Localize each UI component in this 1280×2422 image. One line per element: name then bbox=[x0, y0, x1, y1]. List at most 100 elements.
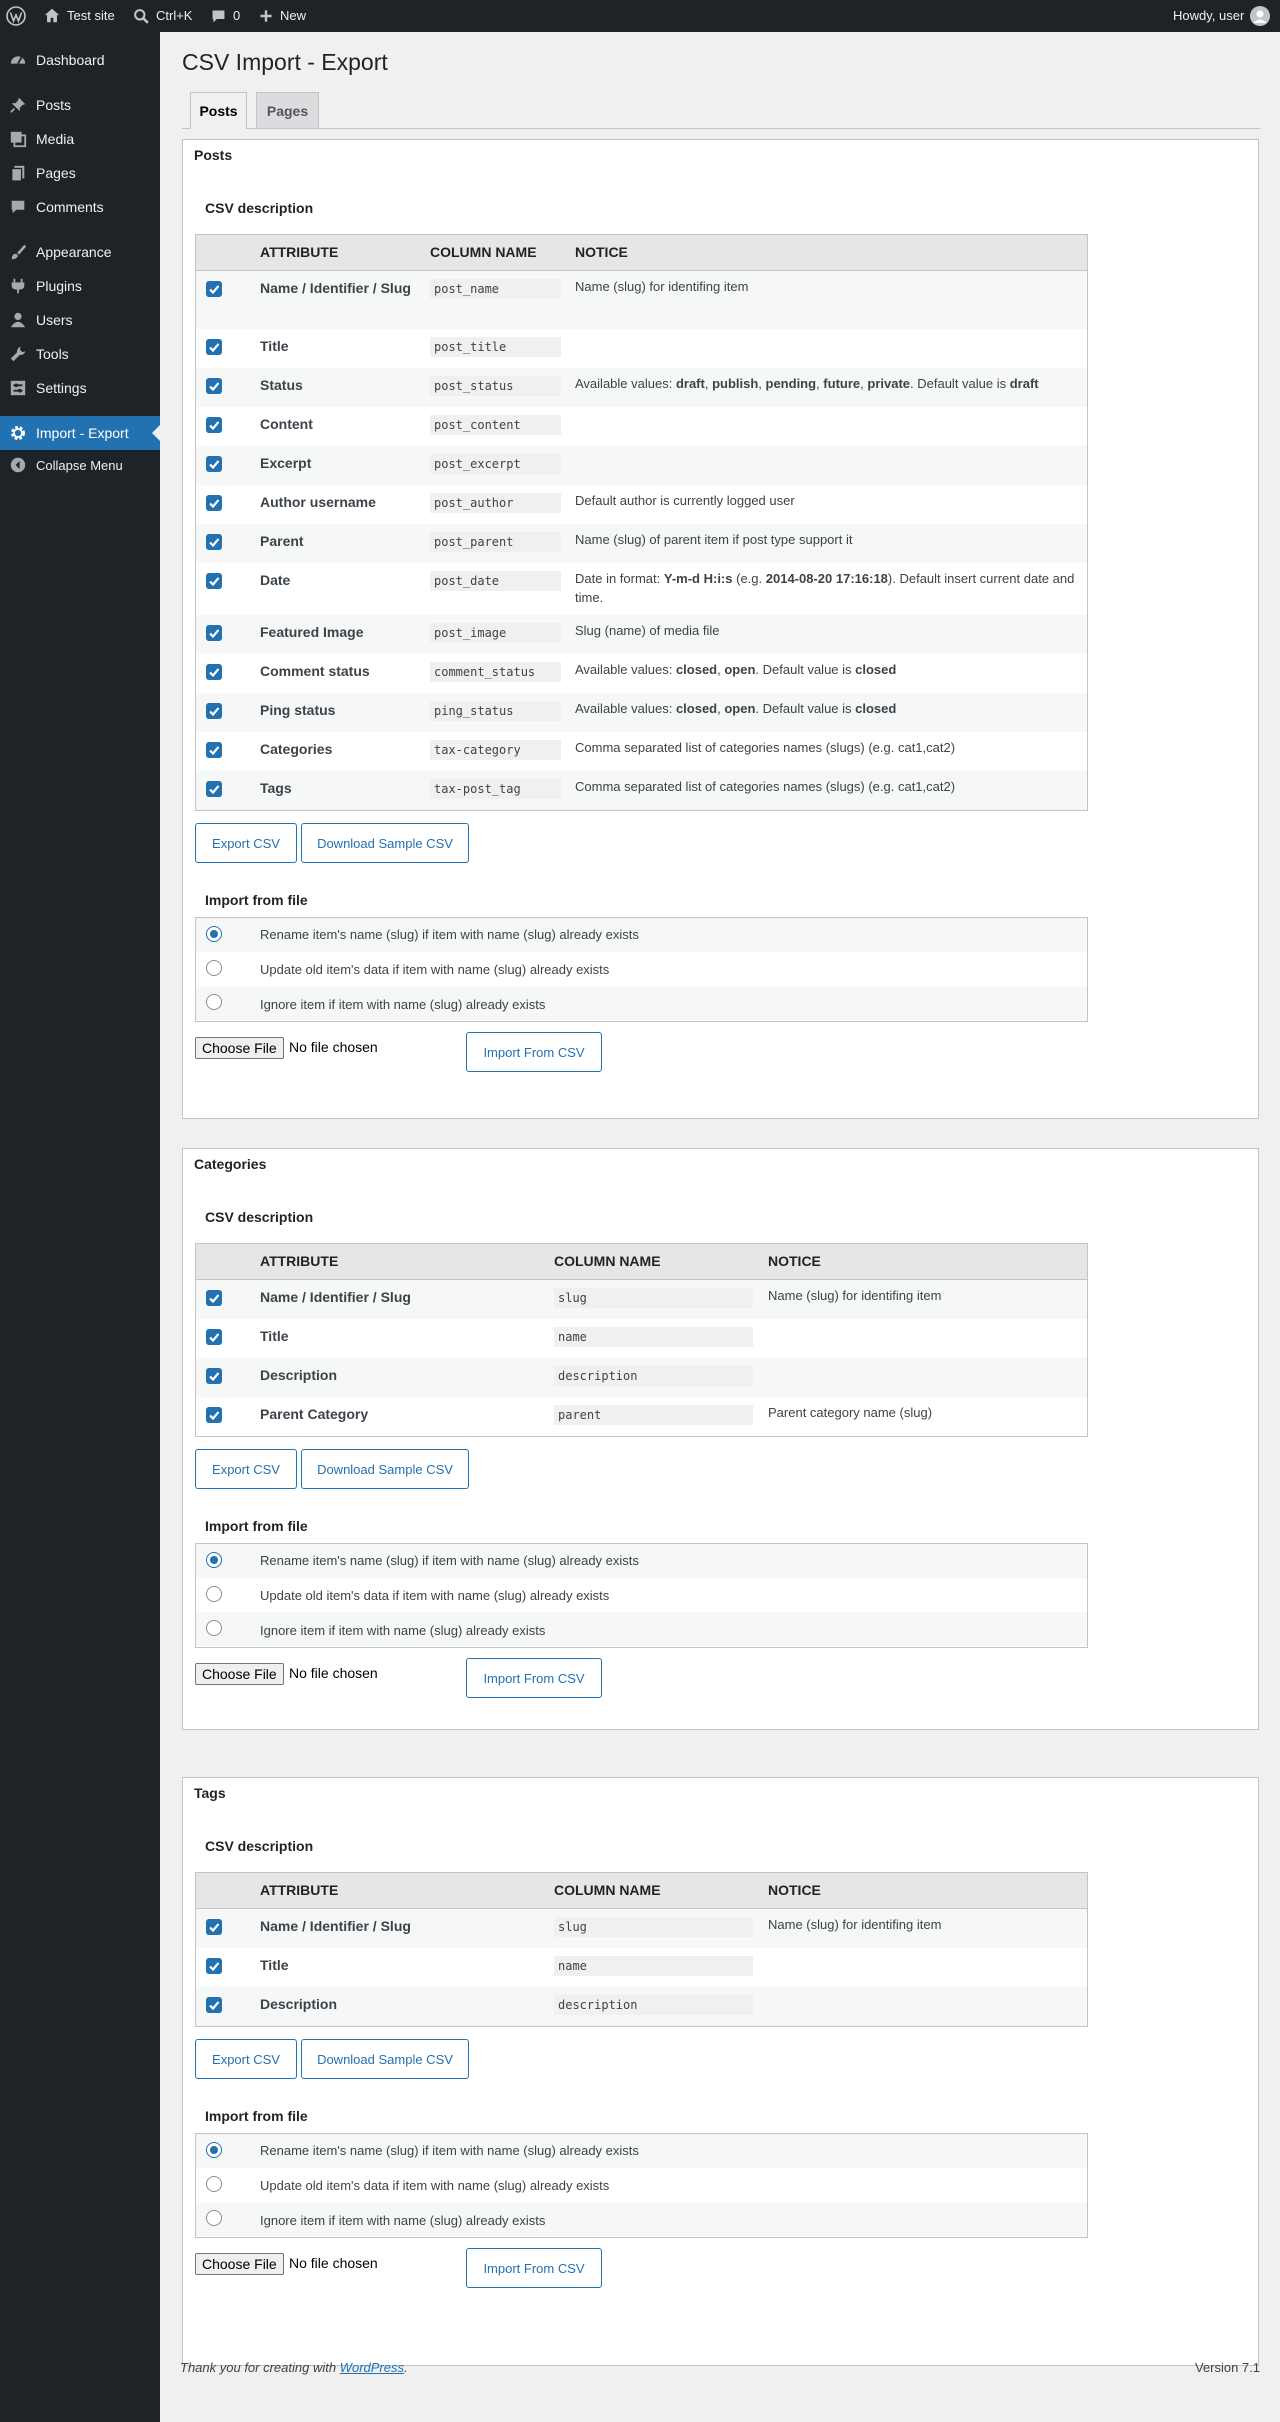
table-row: Name / Identifier / Slug post_name Name … bbox=[196, 271, 1087, 329]
no-file-chosen-text: No file chosen bbox=[289, 2255, 378, 2271]
menu-item-pages[interactable]: Pages bbox=[0, 156, 160, 190]
radio-option-update[interactable]: Update old item's data if item with name… bbox=[196, 952, 1087, 986]
comments-link[interactable]: 0 bbox=[210, 0, 240, 32]
search-shortcut-button[interactable]: Ctrl+K bbox=[133, 0, 192, 32]
attribute-checkbox[interactable] bbox=[206, 1290, 222, 1306]
table-header: ATTRIBUTE COLUMN NAME NOTICE bbox=[196, 1244, 1087, 1280]
radio-option-update[interactable]: Update old item's data if item with name… bbox=[196, 1578, 1087, 1612]
attribute-checkbox[interactable] bbox=[206, 664, 222, 680]
radio-rename[interactable] bbox=[206, 2142, 222, 2158]
radio-ignore[interactable] bbox=[206, 2210, 222, 2226]
download-sample-csv-button[interactable]: Download Sample CSV bbox=[301, 1449, 469, 1489]
csv-description-heading: CSV description bbox=[205, 1838, 314, 1854]
menu-item-plugins[interactable]: Plugins bbox=[0, 269, 160, 303]
attribute-checkbox[interactable] bbox=[206, 1958, 222, 1974]
collapse-icon bbox=[10, 457, 26, 473]
attribute-checkbox[interactable] bbox=[206, 1329, 222, 1345]
export-csv-button[interactable]: Export CSV bbox=[195, 1449, 297, 1489]
menu-item-tools[interactable]: Tools bbox=[0, 337, 160, 371]
menu-item-appearance[interactable]: Appearance bbox=[0, 235, 160, 269]
radio-option-ignore[interactable]: Ignore item if item with name (slug) alr… bbox=[196, 1612, 1087, 1646]
attribute-checkbox[interactable] bbox=[206, 1919, 222, 1935]
radio-update[interactable] bbox=[206, 1586, 222, 1602]
attribute-checkbox[interactable] bbox=[206, 1997, 222, 2013]
column-name-field: ping_status bbox=[430, 701, 561, 721]
attribute-checkbox[interactable] bbox=[206, 573, 222, 589]
site-name-link[interactable]: Test site bbox=[43, 0, 115, 32]
menu-item-users[interactable]: Users bbox=[0, 303, 160, 337]
choose-file-button[interactable]: Choose File bbox=[195, 1037, 284, 1059]
pages-icon bbox=[11, 165, 25, 182]
menu-item-import-export[interactable]: Import - Export bbox=[0, 416, 160, 450]
radio-ignore[interactable] bbox=[206, 1620, 222, 1636]
table-row: Title name bbox=[196, 1948, 1087, 1987]
attribute-label: Status bbox=[260, 377, 303, 393]
column-header-notice: NOTICE bbox=[575, 244, 628, 260]
tab-pages[interactable]: Pages bbox=[256, 92, 319, 128]
radio-update[interactable] bbox=[206, 960, 222, 976]
column-name-field: post_date bbox=[430, 571, 561, 591]
attribute-checkbox[interactable] bbox=[206, 742, 222, 758]
attribute-label: Description bbox=[260, 1996, 338, 2012]
download-sample-csv-button[interactable]: Download Sample CSV bbox=[301, 823, 469, 863]
wordpress-link[interactable]: WordPress bbox=[340, 2360, 404, 2375]
account-menu[interactable]: Howdy, user bbox=[1173, 0, 1271, 32]
attribute-checkbox[interactable] bbox=[206, 781, 222, 797]
attribute-checkbox[interactable] bbox=[206, 534, 222, 550]
table-row: Parent post_parent Name (slug) of parent… bbox=[196, 524, 1087, 563]
attribute-checkbox[interactable] bbox=[206, 378, 222, 394]
radio-option-ignore[interactable]: Ignore item if item with name (slug) alr… bbox=[196, 2202, 1087, 2236]
menu-item-settings[interactable]: Settings bbox=[0, 371, 160, 405]
collapse-menu-button[interactable]: Collapse Menu bbox=[0, 448, 160, 482]
table-row: Excerpt post_excerpt bbox=[196, 446, 1087, 485]
menu-item-media[interactable]: Media bbox=[0, 122, 160, 156]
admin-side-menu: Dashboard Posts Media Pages Comments App… bbox=[0, 32, 160, 2422]
attribute-checkbox[interactable] bbox=[206, 417, 222, 433]
radio-option-rename[interactable]: Rename item's name (slug) if item with n… bbox=[196, 2134, 1087, 2168]
radio-ignore[interactable] bbox=[206, 994, 222, 1010]
notice-text: Default author is currently logged user bbox=[575, 493, 795, 508]
attribute-checkbox[interactable] bbox=[206, 456, 222, 472]
menu-item-posts[interactable]: Posts bbox=[0, 88, 160, 122]
plugin-icon bbox=[11, 278, 25, 294]
attribute-label: Date bbox=[260, 572, 291, 588]
column-header-notice: NOTICE bbox=[768, 1253, 821, 1269]
radio-update[interactable] bbox=[206, 2176, 222, 2192]
download-sample-csv-button[interactable]: Download Sample CSV bbox=[301, 2039, 469, 2079]
radio-rename[interactable] bbox=[206, 1552, 222, 1568]
menu-item-comments[interactable]: Comments bbox=[0, 190, 160, 224]
attribute-label: Description bbox=[260, 1367, 338, 1383]
notice-text: Available values: closed, open. Default … bbox=[575, 662, 897, 677]
import-from-csv-button[interactable]: Import From CSV bbox=[466, 1658, 602, 1698]
attribute-checkbox[interactable] bbox=[206, 339, 222, 355]
radio-option-rename[interactable]: Rename item's name (slug) if item with n… bbox=[196, 918, 1087, 952]
table-row: Author username post_author Default auth… bbox=[196, 485, 1087, 524]
radio-option-update[interactable]: Update old item's data if item with name… bbox=[196, 2168, 1087, 2202]
radio-option-rename[interactable]: Rename item's name (slug) if item with n… bbox=[196, 1544, 1087, 1578]
attribute-label: Categories bbox=[260, 741, 333, 757]
csv-attributes-table: ATTRIBUTE COLUMN NAME NOTICE Name / Iden… bbox=[195, 234, 1088, 811]
import-from-csv-button[interactable]: Import From CSV bbox=[466, 2248, 602, 2288]
choose-file-button[interactable]: Choose File bbox=[195, 1663, 284, 1685]
attribute-label: Featured Image bbox=[260, 624, 364, 640]
column-name-field: post_parent bbox=[430, 532, 561, 552]
attribute-checkbox[interactable] bbox=[206, 281, 222, 297]
choose-file-button[interactable]: Choose File bbox=[195, 2253, 284, 2275]
attribute-checkbox[interactable] bbox=[206, 1407, 222, 1423]
new-content-button[interactable]: New bbox=[258, 0, 306, 32]
tab-posts[interactable]: Posts bbox=[190, 92, 247, 129]
radio-rename[interactable] bbox=[206, 926, 222, 942]
attribute-checkbox[interactable] bbox=[206, 495, 222, 511]
export-csv-button[interactable]: Export CSV bbox=[195, 823, 297, 863]
attribute-checkbox[interactable] bbox=[206, 703, 222, 719]
menu-item-dashboard[interactable]: Dashboard bbox=[0, 43, 160, 77]
radio-option-ignore[interactable]: Ignore item if item with name (slug) alr… bbox=[196, 986, 1087, 1020]
attribute-label: Ping status bbox=[260, 702, 336, 718]
export-csv-button[interactable]: Export CSV bbox=[195, 2039, 297, 2079]
attribute-checkbox[interactable] bbox=[206, 625, 222, 641]
wordpress-logo-button[interactable] bbox=[6, 0, 26, 32]
attribute-checkbox[interactable] bbox=[206, 1368, 222, 1384]
import-from-csv-button[interactable]: Import From CSV bbox=[466, 1032, 602, 1072]
comment-icon bbox=[212, 10, 225, 22]
attribute-label: Title bbox=[260, 1957, 289, 1973]
